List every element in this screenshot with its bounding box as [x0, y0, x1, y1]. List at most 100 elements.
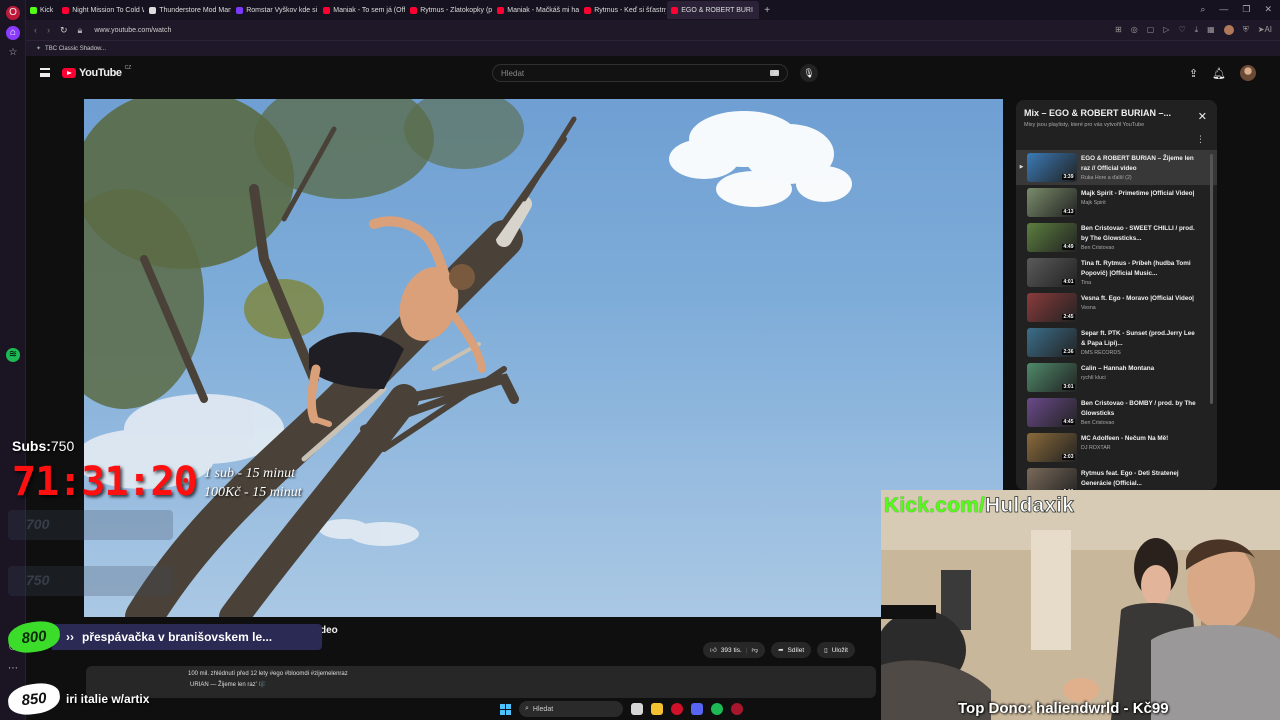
- discord-icon[interactable]: [691, 703, 703, 715]
- playlist-title[interactable]: Mix – EGO & ROBERT BURIAN –...: [1024, 108, 1184, 118]
- translate-icon[interactable]: ⊞: [1115, 25, 1122, 35]
- more-options-icon[interactable]: ⋮: [1196, 134, 1205, 145]
- playlist-thumbnail[interactable]: 4:49: [1027, 223, 1077, 252]
- share-label: Sdílet: [787, 646, 805, 654]
- video-frame: [84, 99, 852, 617]
- screen: O ⌂ ☆ ≋ ◷ ⋯ Kick Night Mission To Cold W T…: [0, 0, 1280, 720]
- browser-tab[interactable]: Rytmus - Zlatokopky (pro: [406, 1, 492, 19]
- player-icon[interactable]: ▷: [1163, 25, 1169, 35]
- upload-icon[interactable]: ⇪: [1189, 67, 1198, 80]
- task-view-icon[interactable]: [631, 703, 643, 715]
- notifications-icon[interactable]: 🔔︎: [1212, 67, 1226, 80]
- playlist-item-channel: Majk Spirit: [1081, 200, 1106, 206]
- browser-tab[interactable]: Romstar Vyškov kde si v: [232, 1, 318, 19]
- reload-icon[interactable]: ↻: [60, 25, 68, 36]
- goal-item: 850 iri italie w/artix: [6, 681, 161, 717]
- duration-badge: 4:49: [1061, 244, 1075, 250]
- spotify-taskbar-icon[interactable]: [711, 703, 723, 715]
- browser-tab[interactable]: EGO & ROBERT BURI ✕: [667, 1, 760, 19]
- playlist-item[interactable]: 4:01 Tina ft. Rytmus - Príbeh (hudba Tomi…: [1016, 255, 1217, 290]
- kick-brand: Kick.com/: [884, 494, 986, 517]
- tab-strip: Kick Night Mission To Cold W Thunderstore …: [26, 0, 1280, 20]
- playlist-item-channel: rychlí kluci: [1081, 375, 1106, 381]
- vpn-icon[interactable]: ⛨: [1243, 25, 1249, 35]
- bookmark-icon[interactable]: ☆: [6, 46, 20, 60]
- file-explorer-icon[interactable]: [651, 703, 663, 715]
- close-icon[interactable]: ✕: [1198, 110, 1207, 123]
- thumbs-down-icon[interactable]: 👎︎: [751, 646, 758, 654]
- save-button[interactable]: ▯ Uložit: [817, 642, 855, 658]
- profile-icon[interactable]: [1223, 25, 1234, 35]
- forward-icon[interactable]: ›: [47, 25, 50, 36]
- playlist-item[interactable]: 5:00Rytmus feat. Ego - Deti Stratenej Ge…: [1016, 465, 1217, 490]
- playlist-item[interactable]: 2:03 MC Adolfeen - Nečum Na Mě! DJ ROXTAR: [1016, 430, 1217, 465]
- playlist-thumbnail[interactable]: 2:36: [1027, 328, 1077, 357]
- playlist-scrollbar[interactable]: [1210, 154, 1213, 404]
- spotify-icon[interactable]: ≋: [6, 348, 20, 362]
- description-box[interactable]: 100 mil. zhlédnutí před 12 lety #ego #bl…: [86, 666, 876, 698]
- playlist-item[interactable]: 3:01 Calin – Hannah Montana rychlí kluci: [1016, 360, 1217, 395]
- playlist-item-meta: Rytmus feat. Ego - Deti Stratenej Generá…: [1081, 469, 1201, 490]
- search-icon[interactable]: ⌕: [765, 64, 787, 82]
- opera-taskbar-icon[interactable]: [731, 703, 743, 715]
- home-icon[interactable]: ⌂: [6, 26, 20, 40]
- description-text: URIAN — Žijeme len raz' 🎼: [190, 682, 266, 688]
- playlist-item[interactable]: 4:49 Ben Cristovao - SWEET CHILLI / prod.…: [1016, 220, 1217, 255]
- microphone-icon[interactable]: 🎙︎: [800, 64, 818, 82]
- browser-tab[interactable]: Maniak - To sem já (Offic: [319, 1, 405, 19]
- taskbar-search-label: Hledat: [532, 705, 554, 713]
- video-player[interactable]: [84, 99, 1003, 617]
- taskbar-search[interactable]: ⌕ Hledat: [519, 701, 623, 717]
- ai-button[interactable]: ➤AI: [1258, 25, 1272, 35]
- pip-icon[interactable]: ▢: [1147, 25, 1155, 35]
- opera-gx-icon[interactable]: [671, 703, 683, 715]
- playlist-thumbnail[interactable]: 4:01: [1027, 258, 1077, 287]
- playlist-thumbnail[interactable]: 2:45: [1027, 293, 1077, 322]
- download-icon[interactable]: ⤓: [1195, 25, 1199, 35]
- playlist-item[interactable]: 2:45 Vesna ft. Ego - Moravo |Official Vid…: [1016, 290, 1217, 325]
- youtube-logo[interactable]: YouTube CZ: [62, 65, 131, 79]
- playlist-thumbnail[interactable]: 3:39: [1027, 153, 1077, 182]
- playlist-item-title: Ben Cristovao - BOMBY / prod. by The Glo…: [1081, 400, 1196, 417]
- playlist-item[interactable]: ▶ 3:39 EGO & ROBERT BURIAN – Žijeme len ra…: [1016, 150, 1217, 185]
- save-label: Uložit: [831, 646, 848, 654]
- playlist-thumbnail[interactable]: 2:03: [1027, 433, 1077, 462]
- browser-tab[interactable]: Maniak - Mačkáš mi had: [493, 1, 579, 19]
- close-window-icon[interactable]: ✕: [1264, 4, 1272, 15]
- playlist-thumbnail[interactable]: 5:00: [1027, 468, 1077, 490]
- url-text[interactable]: www.youtube.com/watch: [94, 27, 171, 34]
- browser-tab[interactable]: Kick: [26, 1, 57, 19]
- maximize-icon[interactable]: ❐: [1242, 4, 1250, 15]
- playlist-item[interactable]: 4:45 Ben Cristovao - BOMBY / prod. by The…: [1016, 395, 1217, 430]
- like-button[interactable]: 👍︎ 393 tis. | 👎︎: [703, 642, 766, 658]
- menu-icon[interactable]: [40, 68, 50, 77]
- playlist-thumbnail[interactable]: 3:01: [1027, 363, 1077, 392]
- tab-favicon-icon: [497, 6, 505, 14]
- search-tabs-icon[interactable]: ⌕: [1200, 4, 1205, 15]
- camera-icon[interactable]: ◎: [1131, 25, 1138, 35]
- browser-tab[interactable]: Night Mission To Cold W: [58, 1, 144, 19]
- playlist-item[interactable]: 2:36 Separ ft. PTK - Sunset (prod.Jerry L…: [1016, 325, 1217, 360]
- new-tab-icon[interactable]: +: [764, 5, 770, 16]
- subs-counter: Subs:750: [12, 438, 74, 454]
- search-input[interactable]: [501, 68, 731, 78]
- browser-tab[interactable]: Rytmus - Keď si šťastný: [580, 1, 666, 19]
- heart-icon[interactable]: ♡: [1178, 25, 1185, 35]
- playlist-item[interactable]: 4:13 Majk Spirit - Primetime |Official Vi…: [1016, 185, 1217, 220]
- opera-logo-icon[interactable]: O: [6, 6, 20, 20]
- playlist-thumbnail[interactable]: 4:13: [1027, 188, 1077, 217]
- browser-tab[interactable]: Thunderstore Mod Mana: [145, 1, 231, 19]
- avatar[interactable]: [1240, 65, 1256, 81]
- bookmark-item[interactable]: TBC Classic Shadow...: [45, 46, 106, 52]
- tab-close-icon[interactable]: ✕: [758, 6, 759, 14]
- cloud-shape: [669, 111, 852, 207]
- share-button[interactable]: ➦ Sdílet: [771, 642, 812, 658]
- playlist-item-title: Rytmus feat. Ego - Deti Stratenej Generá…: [1081, 470, 1179, 487]
- extensions-icon[interactable]: ▦: [1207, 25, 1215, 35]
- minimize-icon[interactable]: —: [1219, 4, 1228, 15]
- windows-start-icon[interactable]: [500, 703, 511, 715]
- back-icon[interactable]: ‹: [34, 25, 37, 36]
- kick-brand-overlay: Kick.com/Huldaxik: [884, 494, 1074, 518]
- more-icon[interactable]: ⋯: [6, 662, 20, 676]
- playlist-thumbnail[interactable]: 4:45: [1027, 398, 1077, 427]
